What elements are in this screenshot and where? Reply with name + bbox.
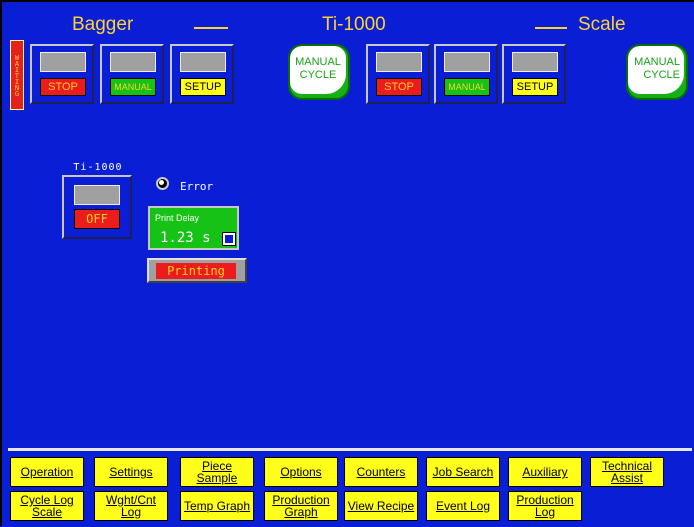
bagger-setup-button[interactable]: SETUP	[170, 44, 234, 104]
nav-production-graph-button[interactable]: Production Graph	[264, 491, 338, 521]
bagger-manual-cycle-label: MANUAL CYCLE	[290, 46, 346, 94]
scale-setup-label: SETUP	[512, 78, 558, 96]
scale-title: Scale	[578, 14, 626, 35]
nav-counters-button[interactable]: Counters	[344, 457, 418, 487]
header-divider	[194, 27, 228, 29]
nav-options-button[interactable]: Options	[264, 457, 338, 487]
waiting-status-text: WAITING	[13, 54, 21, 96]
scale-stop-indicator	[376, 52, 422, 72]
printing-label: Printing	[156, 263, 236, 279]
nav-view-recipe-button[interactable]: View Recipe	[344, 491, 418, 521]
nav-technical-assist-button[interactable]: Technical Assist	[590, 457, 664, 487]
bagger-stop-label: STOP	[40, 78, 86, 96]
nav-label: Operation	[20, 465, 74, 479]
nav-production-log-button[interactable]: Production Log	[508, 491, 582, 521]
nav-settings-button[interactable]: Settings	[94, 457, 168, 487]
bagger-stop-indicator	[40, 52, 86, 72]
scale-manual-cycle-label: MANUAL CYCLE	[628, 46, 684, 94]
waiting-status-badge: WAITING	[10, 40, 24, 110]
nav-label: Production Graph	[272, 493, 330, 519]
printing-button[interactable]: Printing	[147, 258, 247, 283]
nav-label: Wght/Cnt Log	[105, 493, 156, 519]
scale-manual-label: MANUAL	[444, 78, 490, 96]
ti1000-title: Ti-1000	[322, 14, 386, 35]
ti1000-panel-title: Ti-1000	[73, 162, 123, 173]
scale-setup-button[interactable]: SETUP	[502, 44, 566, 104]
scale-manual-indicator	[444, 52, 490, 72]
nav-cycle-log-scale-button[interactable]: Cycle Log Scale	[10, 491, 84, 521]
nav-label: Settings	[109, 465, 153, 479]
print-delay-field[interactable]: Print Delay 1.23 s	[148, 206, 239, 250]
print-delay-title: Print Delay	[155, 213, 200, 223]
scale-stop-label: STOP	[376, 78, 422, 96]
bagger-manual-button[interactable]: MANUAL	[100, 44, 164, 104]
nav-label: Cycle Log Scale	[20, 493, 74, 519]
nav-temp-graph-button[interactable]: Temp Graph	[180, 491, 254, 521]
scale-manual-cycle-button[interactable]: MANUAL CYCLE	[626, 44, 688, 100]
nav-event-log-button[interactable]: Event Log	[426, 491, 500, 521]
bagger-title: Bagger	[72, 14, 134, 35]
scale-stop-button[interactable]: STOP	[366, 44, 430, 104]
nav-wght-cnt-log-button[interactable]: Wght/Cnt Log	[94, 491, 168, 521]
nav-label: View Recipe	[347, 499, 415, 513]
nav-piece-sample-button[interactable]: Piece Sample	[180, 457, 254, 487]
nav-label: Event Log	[435, 499, 491, 513]
bagger-setup-indicator	[180, 52, 226, 72]
nav-label: Counters	[356, 465, 406, 479]
bagger-manual-label: MANUAL	[110, 78, 156, 96]
bagger-manual-indicator	[110, 52, 156, 72]
scale-manual-button[interactable]: MANUAL	[434, 44, 498, 104]
nav-label: Production Log	[516, 493, 574, 519]
nav-label: Technical Assist	[601, 459, 653, 485]
error-label: Error	[180, 180, 214, 193]
nav-job-search-button[interactable]: Job Search	[426, 457, 500, 487]
nav-label: Job Search	[432, 465, 494, 479]
nav-label: Auxiliary	[522, 465, 568, 479]
nav-auxiliary-button[interactable]: Auxiliary	[508, 457, 582, 487]
nav-label: Options	[280, 465, 322, 479]
ti1000-indicator	[74, 185, 120, 205]
print-delay-value: 1.23 s	[160, 230, 211, 246]
nav-label: Temp Graph	[183, 499, 251, 513]
bottom-nav: Operation Settings Piece Sample Options …	[8, 448, 692, 527]
nav-label: Piece Sample	[196, 459, 238, 485]
bagger-manual-cycle-button[interactable]: MANUAL CYCLE	[288, 44, 350, 100]
header-divider	[535, 27, 567, 29]
ti1000-toggle-button[interactable]: OFF	[62, 175, 132, 239]
error-indicator-icon	[156, 177, 169, 190]
scale-setup-indicator	[512, 52, 558, 72]
nav-operation-button[interactable]: Operation	[10, 457, 84, 487]
bagger-setup-label: SETUP	[180, 78, 226, 96]
save-disk-icon[interactable]	[222, 232, 236, 246]
ti1000-state-label: OFF	[74, 209, 120, 229]
bagger-stop-button[interactable]: STOP	[30, 44, 94, 104]
